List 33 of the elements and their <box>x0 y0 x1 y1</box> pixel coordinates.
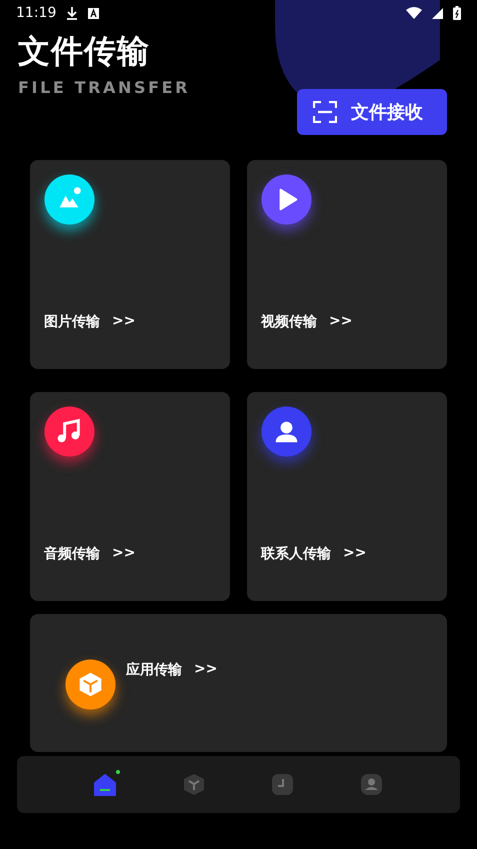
nav-tab[interactable] <box>182 772 206 796</box>
signal-icon <box>432 8 443 18</box>
transfer-card[interactable]: 视频传输 >> <box>247 160 447 369</box>
more-arrow: >> <box>329 313 352 331</box>
page-title: 文件传输 <box>18 31 150 72</box>
transfer-card[interactable]: 图片传输 >> <box>30 160 230 369</box>
nav-tab[interactable] <box>270 772 295 796</box>
card-label: 联系人传输 <box>261 545 331 563</box>
card-label: 应用传输 <box>126 661 182 679</box>
page-subtitle: FILE TRANSFER <box>18 78 190 97</box>
status-time: 11:19 <box>16 5 56 21</box>
more-arrow: >> <box>112 545 136 563</box>
nav-tab[interactable] <box>360 772 384 796</box>
transfer-card[interactable]: 应用传输 >> <box>30 614 447 752</box>
keyboard-icon <box>88 8 100 18</box>
home-icon <box>94 772 117 796</box>
scan-icon <box>313 101 337 123</box>
transfer-card[interactable]: 联系人传输 >> <box>247 392 447 601</box>
battery-icon <box>453 6 461 20</box>
clock-icon <box>271 772 294 796</box>
more-arrow: >> <box>343 545 366 563</box>
receive-button[interactable]: 文件接收 <box>297 89 447 135</box>
more-arrow: >> <box>194 661 218 679</box>
card-label: 视频传输 <box>261 313 317 331</box>
card-label: 图片传输 <box>44 313 100 331</box>
wifi-icon <box>406 7 422 19</box>
cube-icon <box>182 772 206 796</box>
more-arrow: >> <box>112 313 136 331</box>
transfer-card[interactable]: 音频传输 >> <box>30 392 230 601</box>
nav-tab[interactable] <box>93 772 118 796</box>
card-label: 音频传输 <box>44 545 100 563</box>
download-icon <box>66 6 78 20</box>
person-icon <box>360 772 384 796</box>
